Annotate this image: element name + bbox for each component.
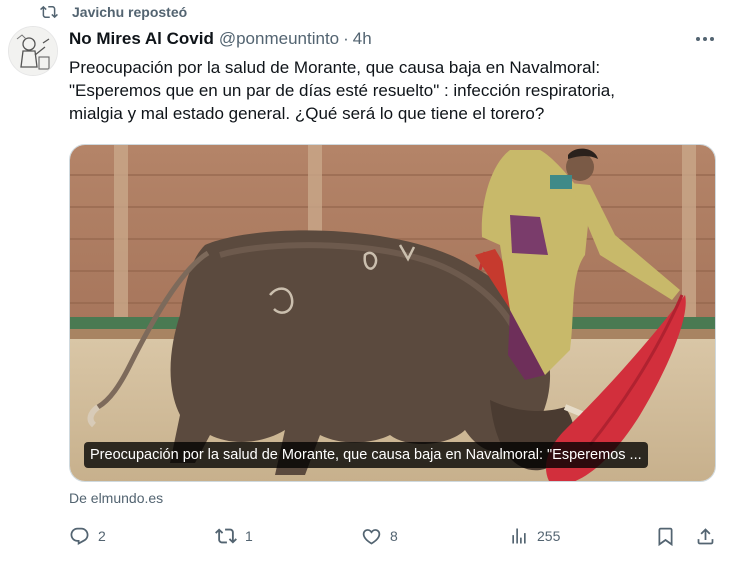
post-time[interactable]: 4h: [353, 29, 372, 49]
link-card-caption: Preocupación por la salud de Morante, qu…: [84, 442, 648, 468]
action-bar: 2 1 8 255: [69, 522, 719, 550]
like-count: 8: [390, 528, 398, 544]
author-handle[interactable]: @ponmeuntinto: [219, 29, 339, 49]
heart-icon: [362, 528, 381, 545]
post-text: Preocupación por la salud de Morante, qu…: [69, 56, 709, 125]
post-text-line: mialgia y mal estado general. ¿Qué será …: [69, 104, 545, 123]
repost-button[interactable]: 1: [215, 522, 253, 550]
avatar[interactable]: [8, 26, 58, 76]
bullfight-photo: [70, 145, 715, 481]
post-text-line: "Esperemos que en un par de días esté re…: [69, 81, 615, 100]
share-button[interactable]: [695, 522, 716, 550]
social-context[interactable]: Javichu reposteó: [40, 2, 187, 22]
more-icon: [696, 37, 714, 41]
author-name[interactable]: No Mires Al Covid: [69, 29, 214, 49]
views-button[interactable]: 255: [509, 522, 560, 550]
social-context-text: Javichu reposteó: [72, 4, 188, 20]
repost-count: 1: [245, 528, 253, 544]
more-options-button[interactable]: [693, 30, 717, 48]
reply-button[interactable]: 2: [69, 522, 106, 550]
views-icon: [512, 528, 526, 544]
link-card[interactable]: Preocupación por la salud de Morante, qu…: [69, 144, 716, 482]
post-header: No Mires Al Covid @ponmeuntinto · 4h: [69, 28, 372, 50]
separator: ·: [343, 29, 349, 48]
repost-icon: [215, 528, 237, 544]
share-icon: [697, 527, 714, 544]
bookmark-icon: [658, 527, 673, 546]
views-count: 255: [537, 528, 561, 544]
post-text-line: Preocupación por la salud de Morante, qu…: [69, 58, 601, 77]
like-button[interactable]: 8: [361, 522, 398, 550]
bookmark-button[interactable]: [655, 522, 676, 550]
reply-count: 2: [98, 528, 106, 544]
reply-icon: [70, 527, 89, 545]
link-source[interactable]: De elmundo.es: [69, 490, 163, 506]
repost-icon: [40, 3, 58, 21]
